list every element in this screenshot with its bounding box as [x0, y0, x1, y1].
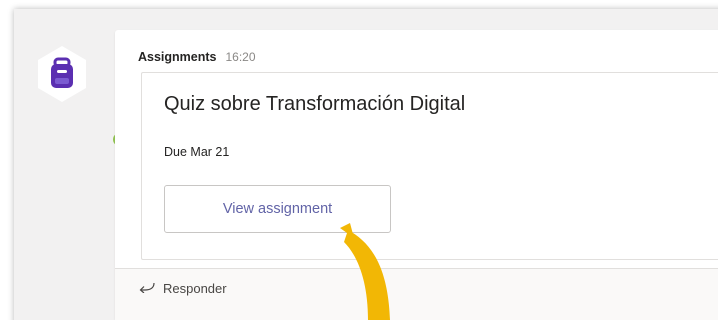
reply-button[interactable]: Responder — [139, 281, 227, 296]
assignments-backpack-icon — [38, 46, 86, 102]
card-title: Quiz sobre Transformación Digital — [164, 93, 466, 115]
message-timestamp: 16:20 — [225, 50, 256, 64]
message-header: Assignments 16:20 — [138, 50, 256, 64]
reply-arrow-icon — [139, 281, 155, 296]
canvas: Assignments 16:20 Quiz sobre Transformaci… — [0, 0, 718, 320]
due-date: Due Mar 21 — [164, 145, 230, 159]
view-assignment-button[interactable]: View assignment — [164, 185, 391, 233]
reply-label: Responder — [163, 281, 227, 296]
assignment-card: Quiz sobre Transformación Digital Due Ma… — [141, 72, 718, 260]
reply-bar: Responder — [115, 269, 718, 320]
sender-name[interactable]: Assignments — [138, 50, 217, 64]
message-bubble: Assignments 16:20 Quiz sobre Transformaci… — [115, 30, 718, 320]
app-avatar[interactable] — [33, 45, 128, 148]
